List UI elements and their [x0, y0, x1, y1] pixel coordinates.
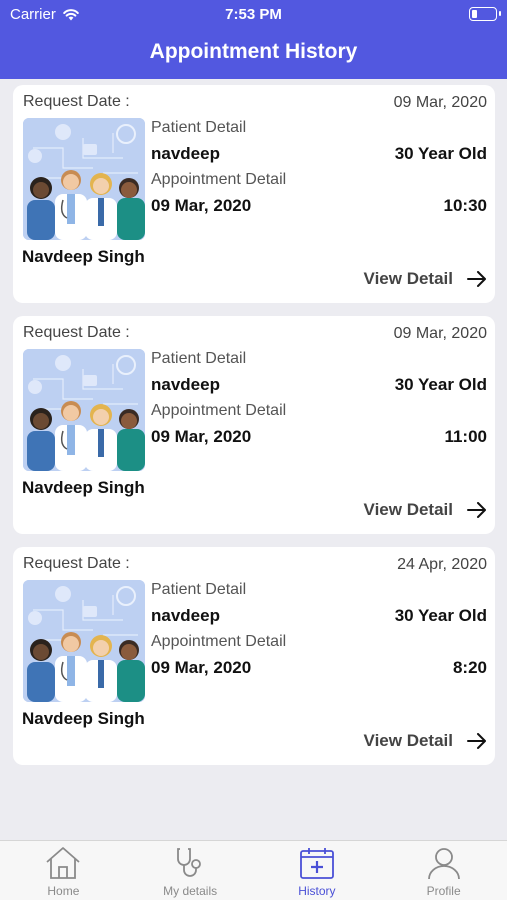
view-detail-button[interactable]: View Detail	[364, 269, 487, 289]
appointment-time: 11:00	[444, 427, 487, 446]
battery-icon	[469, 7, 501, 21]
appointment-card: Request Date : 24 Apr, 2020 Patient Deta…	[13, 547, 495, 765]
request-date-label: Request Date :	[23, 555, 130, 572]
patient-detail-label: Patient Detail	[151, 350, 247, 367]
arrow-right-icon	[467, 271, 486, 287]
tab-profile[interactable]: Profile	[380, 841, 507, 900]
patient-name: navdeep	[151, 606, 220, 625]
patient-age: 30 Year Old	[394, 144, 487, 163]
tab-home[interactable]: Home	[0, 841, 127, 900]
arrow-right-icon	[467, 502, 486, 518]
appointment-date: 09 Mar, 2020	[151, 427, 252, 446]
appointment-detail-label: Appointment Detail	[151, 171, 287, 188]
request-date-label: Request Date :	[23, 324, 130, 341]
doctors-illustration	[23, 349, 145, 471]
view-detail-label: View Detail	[363, 269, 453, 288]
appointment-date: 09 Mar, 2020	[151, 658, 252, 677]
patient-name: navdeep	[151, 144, 220, 163]
battery-level	[472, 10, 478, 18]
view-detail-label: View Detail	[363, 500, 453, 519]
appointment-card: Request Date : 09 Mar, 2020 Patient Deta…	[13, 85, 495, 303]
arrow-right-icon	[467, 733, 486, 749]
doctors-illustration	[23, 580, 145, 702]
request-date-value: 09 Mar, 2020	[393, 325, 487, 342]
home-icon	[46, 847, 80, 879]
tab-label-home: Home	[47, 884, 80, 898]
status-time: 7:53 PM	[225, 6, 282, 23]
patient-age: 30 Year Old	[394, 375, 487, 394]
app-header: Carrier 7:53 PM Appointment History	[0, 0, 507, 79]
patient-age: 30 Year Old	[394, 606, 487, 625]
doctors-illustration	[23, 118, 145, 240]
request-date-label: Request Date :	[23, 93, 130, 110]
appointment-date: 09 Mar, 2020	[151, 196, 252, 215]
view-detail-label: View Detail	[363, 731, 453, 750]
appointment-list: Request Date : 09 Mar, 2020 Patient Deta…	[13, 85, 495, 778]
person-icon	[427, 848, 460, 880]
doctor-name: Navdeep Singh	[22, 709, 145, 728]
appointment-detail-label: Appointment Detail	[151, 633, 287, 650]
appointment-detail-label: Appointment Detail	[151, 402, 287, 419]
tab-history[interactable]: History	[254, 841, 381, 900]
request-date-value: 09 Mar, 2020	[393, 94, 487, 111]
tab-label-history: History	[298, 884, 336, 898]
appointment-time: 10:30	[443, 196, 487, 215]
stethoscope-icon	[177, 848, 202, 877]
patient-name: navdeep	[151, 375, 220, 394]
view-detail-button[interactable]: View Detail	[364, 731, 487, 751]
calendar-medical-icon	[299, 848, 334, 879]
appointment-time: 8:20	[452, 658, 487, 677]
tab-label-profile: Profile	[426, 884, 461, 898]
doctor-name: Navdeep Singh	[22, 478, 145, 497]
patient-detail-label: Patient Detail	[151, 119, 247, 136]
patient-detail-label: Patient Detail	[151, 581, 247, 598]
view-detail-button[interactable]: View Detail	[364, 500, 487, 520]
status-bar: Carrier 7:53 PM	[0, 0, 507, 28]
appointment-card: Request Date : 09 Mar, 2020 Patient Deta…	[13, 316, 495, 534]
doctor-name: Navdeep Singh	[22, 247, 145, 266]
tab-bar: Home My details History Profile	[0, 840, 507, 900]
tab-my-details[interactable]: My details	[127, 841, 254, 900]
request-date-value: 24 Apr, 2020	[397, 556, 487, 573]
tab-label-my-details: My details	[163, 884, 218, 898]
page-title: Appointment History	[149, 40, 358, 63]
